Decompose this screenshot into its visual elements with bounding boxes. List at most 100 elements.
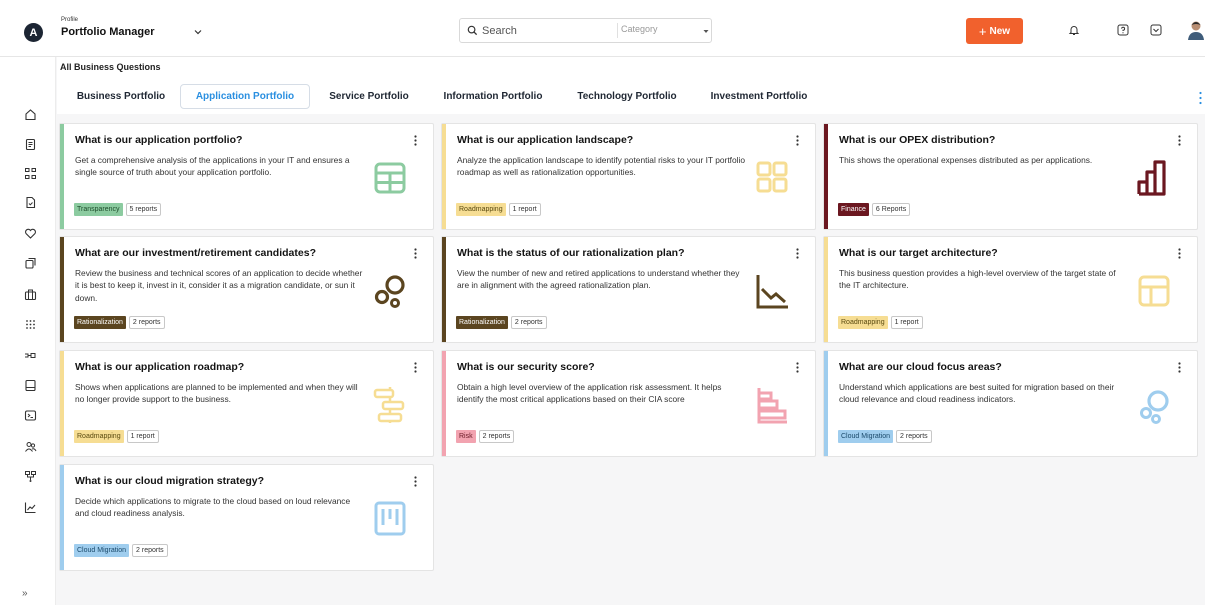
file-icon[interactable] [24, 196, 37, 209]
business-question-card[interactable]: What is our application portfolio? Get a… [59, 123, 434, 230]
kebab-menu-icon[interactable] [414, 362, 417, 373]
card-description: Review the business and technical scores… [75, 268, 363, 303]
business-question-card[interactable]: What is our target architecture? This bu… [823, 236, 1198, 343]
bell-icon[interactable] [1068, 24, 1080, 36]
category-tag[interactable]: Cloud Migration [74, 544, 130, 557]
org-chart-icon[interactable] [24, 167, 37, 180]
report-count[interactable]: 2 reports [132, 544, 168, 557]
category-tag[interactable]: Cloud Migration [838, 430, 894, 443]
category-tag[interactable]: Roadmapping [838, 316, 888, 329]
report-count[interactable]: 2 reports [896, 430, 932, 443]
card-description: Analyze the application landscape to ide… [457, 155, 746, 178]
business-question-card[interactable]: What is our application landscape? Analy… [441, 123, 816, 230]
kebab-menu-icon[interactable] [1178, 248, 1181, 259]
card-description: Get a comprehensive analysis of the appl… [75, 155, 350, 178]
category-tag[interactable]: Rationalization [74, 316, 126, 329]
app-logo[interactable]: A [24, 23, 43, 42]
heart-icon[interactable] [24, 227, 37, 240]
category-tag[interactable]: Transparency [74, 203, 123, 216]
card-tags: Risk 2 reports [456, 430, 515, 443]
business-question-card[interactable]: What are our cloud focus areas? Understa… [823, 350, 1198, 457]
search-bar: Category [459, 18, 712, 43]
card-tags: Rationalization 2 reports [74, 316, 165, 329]
plus-icon: + [978, 23, 987, 39]
kebab-menu-icon[interactable] [414, 476, 417, 487]
tab-technology-portfolio[interactable]: Technology Portfolio [570, 84, 684, 109]
business-question-card[interactable]: What is the status of our rationalizatio… [441, 236, 816, 343]
report-count[interactable]: 1 report [890, 316, 923, 329]
report-count[interactable]: 1 report [126, 430, 159, 443]
inbox-icon[interactable] [1150, 24, 1162, 36]
card-tags: Roadmapping 1 report [74, 430, 159, 443]
business-question-card[interactable]: What is our security score? Obtain a hig… [441, 350, 816, 457]
document-icon[interactable] [24, 138, 37, 151]
tab-service-portfolio[interactable]: Service Portfolio [319, 84, 419, 109]
kebab-menu-icon[interactable] [1178, 362, 1181, 373]
user-avatar[interactable] [1187, 20, 1205, 40]
home-icon[interactable] [24, 108, 37, 121]
card-tags: Roadmapping 1 report [838, 316, 923, 329]
page-title: All Business Questions [60, 62, 161, 72]
report-count[interactable]: 2 reports [478, 430, 515, 443]
card-tags: Cloud Migration 2 reports [74, 544, 168, 557]
expand-sidebar-button[interactable]: » [22, 588, 28, 599]
category-tag[interactable]: Roadmapping [74, 430, 124, 443]
card-title: What is our application portfolio? [75, 134, 243, 146]
card-accent-bar [442, 124, 446, 229]
report-count[interactable]: 2 reports [510, 316, 547, 329]
tab-business-portfolio[interactable]: Business Portfolio [65, 84, 177, 109]
category-tag[interactable]: Roadmapping [456, 203, 506, 216]
layers-icon[interactable] [24, 257, 37, 270]
new-button[interactable]: + New [966, 18, 1023, 44]
category-tag[interactable]: Finance [838, 203, 869, 216]
report-count[interactable]: 2 reports [128, 316, 165, 329]
kebab-menu-icon[interactable] [796, 362, 799, 373]
category-tag[interactable]: Risk [456, 430, 476, 443]
category-select[interactable]: Category [621, 24, 658, 34]
network-icon[interactable] [24, 470, 37, 483]
cable-icon[interactable] [24, 349, 37, 362]
card-description: Obtain a high level overview of the appl… [457, 382, 722, 405]
users-icon[interactable] [24, 440, 37, 453]
category-tag[interactable]: Rationalization [456, 316, 508, 329]
report-count[interactable]: 1 report [508, 203, 541, 216]
new-button-label: New [989, 25, 1011, 37]
more-options-icon[interactable] [1199, 91, 1202, 105]
grid-icon[interactable] [24, 318, 37, 331]
business-question-card[interactable]: What is our cloud migration strategy? De… [59, 464, 434, 571]
tab-application-portfolio[interactable]: Application Portfolio [180, 84, 310, 109]
card-description: Decide which applications to migrate to … [75, 496, 351, 519]
tab-investment-portfolio[interactable]: Investment Portfolio [702, 84, 816, 109]
card-title: What are our investment/retirement candi… [75, 247, 316, 259]
kebab-menu-icon[interactable] [796, 248, 799, 259]
chevron-down-icon[interactable] [193, 27, 203, 37]
card-accent-bar [442, 351, 446, 456]
report-count[interactable]: 6 Reports [871, 203, 911, 216]
report-count[interactable]: 5 reports [125, 203, 162, 216]
card-tags: Transparency 5 reports [74, 203, 162, 216]
business-question-card[interactable]: What are our investment/retirement candi… [59, 236, 434, 343]
kebab-menu-icon[interactable] [414, 135, 417, 146]
card-accent-bar [824, 124, 828, 229]
card-title: What is our application landscape? [457, 134, 634, 146]
business-question-card[interactable]: What is our OPEX distribution? This show… [823, 123, 1198, 230]
help-icon[interactable] [1117, 24, 1129, 36]
card-description: Understand which applications are best s… [839, 382, 1115, 405]
tab-information-portfolio[interactable]: Information Portfolio [435, 84, 551, 109]
page-header: All Business Questions Business Portfoli… [57, 57, 1205, 114]
analytics-icon[interactable] [24, 501, 37, 514]
card-title: What is our application roadmap? [75, 361, 245, 373]
kebab-menu-icon[interactable] [796, 135, 799, 146]
profile-name[interactable]: Portfolio Manager [61, 26, 155, 38]
kebab-menu-icon[interactable] [1178, 135, 1181, 146]
terminal-icon[interactable] [24, 409, 37, 422]
business-question-card[interactable]: What is our application roadmap? Shows w… [59, 350, 434, 457]
caret-down-icon[interactable] [703, 29, 709, 34]
search-divider [617, 23, 618, 38]
kebab-menu-icon[interactable] [414, 248, 417, 259]
search-input[interactable] [482, 20, 602, 41]
card-accent-bar [442, 237, 446, 342]
card-title: What is our OPEX distribution? [839, 134, 996, 146]
server-icon[interactable] [24, 379, 37, 392]
briefcase-icon[interactable] [24, 288, 37, 301]
